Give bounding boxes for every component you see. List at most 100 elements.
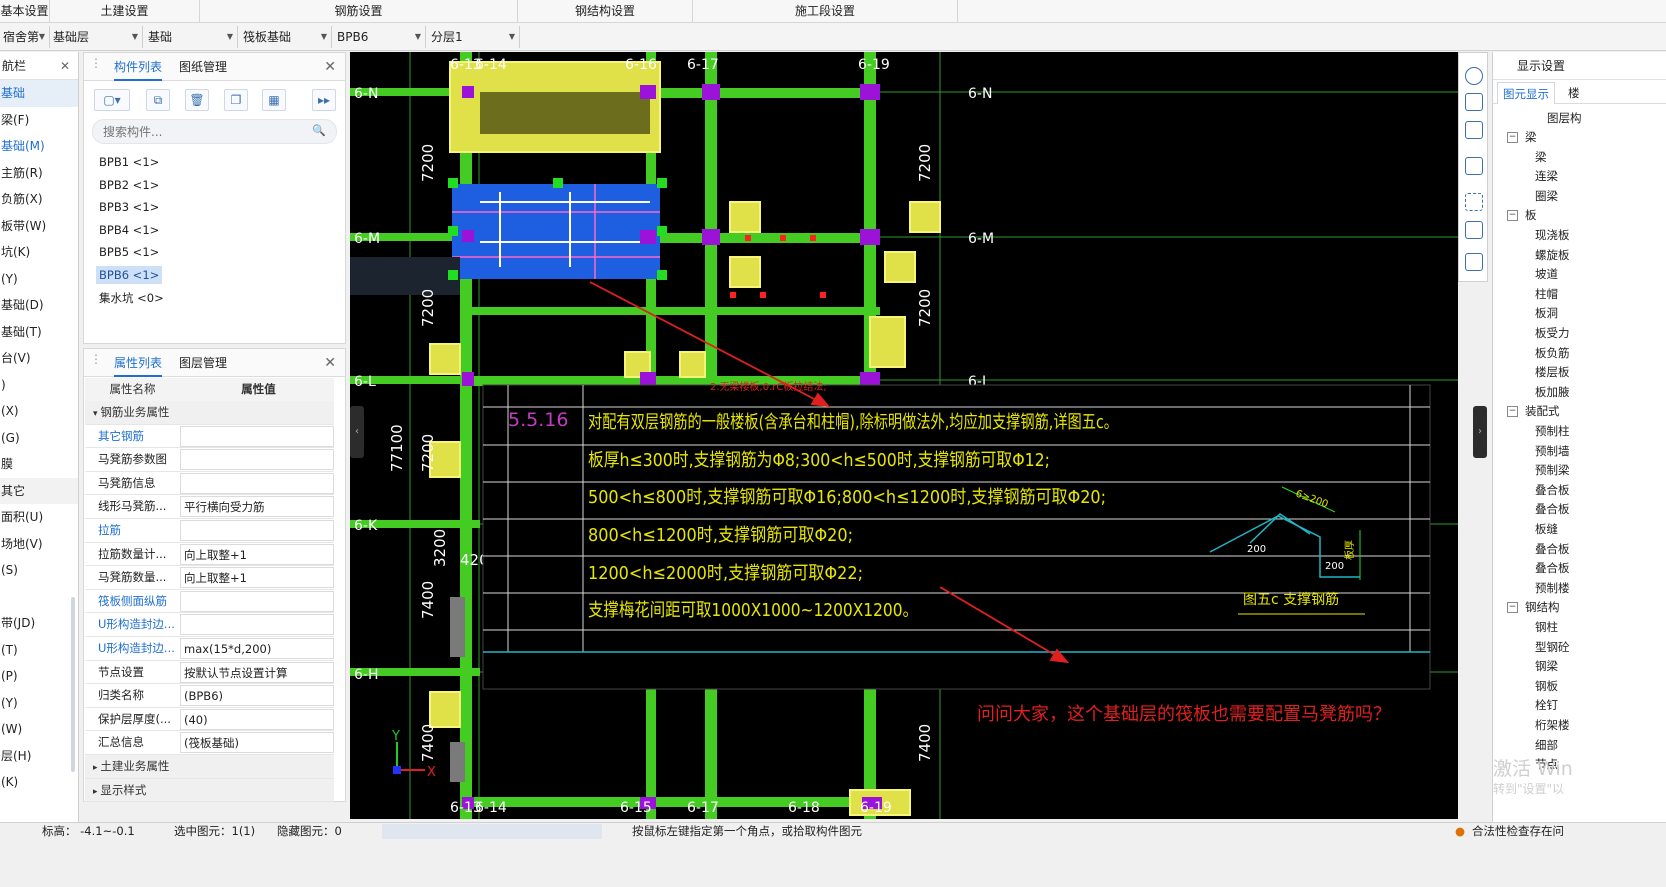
nav-item[interactable]: 场地(V) bbox=[0, 531, 78, 558]
property-value[interactable]: (筏板基础) bbox=[180, 732, 334, 754]
property-row[interactable]: 线形马凳筋... 平行横向受力筋 bbox=[85, 495, 334, 519]
tree-item[interactable]: 钢板 bbox=[1535, 676, 1558, 696]
grip-point[interactable] bbox=[657, 178, 667, 188]
nav-item[interactable]: 面积(U) bbox=[0, 504, 78, 531]
category-select[interactable]: 基础 ▼ bbox=[145, 26, 238, 48]
property-row[interactable]: 归类名称 (BPB6) bbox=[85, 684, 334, 708]
nav-item[interactable]: 基础 bbox=[0, 80, 78, 107]
tree-group[interactable]: − 钢结构 bbox=[1507, 597, 1560, 617]
tree-item[interactable]: 叠合板 bbox=[1535, 480, 1570, 500]
property-row[interactable]: 其它钢筋 bbox=[85, 425, 334, 449]
tree-item[interactable]: 圈梁 bbox=[1535, 186, 1558, 206]
cad-drawing[interactable]: 6-13 6-14 6-16 6-17 6-19 6-13 6-14 6-15 … bbox=[350, 52, 1458, 819]
menu-stage-settings[interactable]: 施工段设置 bbox=[693, 0, 958, 23]
3d-view-icon[interactable] bbox=[1465, 93, 1483, 111]
tree-item[interactable]: 预制墙 bbox=[1535, 441, 1570, 461]
tree-item[interactable]: 板加腋 bbox=[1535, 382, 1570, 402]
tree-item[interactable]: 坡道 bbox=[1535, 264, 1558, 284]
tree-item[interactable]: 柱帽 bbox=[1535, 284, 1558, 304]
drawing-canvas[interactable]: 6-13 6-14 6-16 6-17 6-19 6-13 6-14 6-15 … bbox=[350, 52, 1458, 819]
property-value[interactable] bbox=[180, 590, 334, 612]
tree-item[interactable]: 板缝 bbox=[1535, 519, 1558, 539]
list-view-icon[interactable] bbox=[1465, 253, 1483, 271]
fullscreen-icon[interactable] bbox=[1465, 193, 1483, 211]
floor-select[interactable]: 基础层 ▼ bbox=[50, 26, 143, 48]
select-3d-icon[interactable] bbox=[1465, 221, 1483, 239]
property-value[interactable] bbox=[180, 472, 334, 494]
property-row[interactable]: 马凳筋信息 bbox=[85, 472, 334, 496]
tree-item[interactable]: 预制楼 bbox=[1535, 578, 1570, 598]
navigation-scrollbar[interactable] bbox=[71, 597, 75, 772]
tree-item[interactable]: 板负筋 bbox=[1535, 343, 1570, 363]
grip-point[interactable] bbox=[448, 270, 458, 280]
drag-handle-icon[interactable]: ⋮ bbox=[90, 353, 102, 365]
tree-item[interactable]: 钢柱 bbox=[1535, 617, 1558, 637]
type-select[interactable]: 筏板基础 ▼ bbox=[240, 26, 332, 48]
nav-item[interactable]: (K) bbox=[0, 769, 78, 796]
grip-point[interactable] bbox=[448, 178, 458, 188]
tab-floor-display[interactable]: 楼 bbox=[1563, 82, 1585, 104]
tree-item[interactable]: 连梁 bbox=[1535, 166, 1558, 186]
status-check[interactable]: 合法性检查存在问 bbox=[1472, 824, 1564, 839]
nav-item[interactable]: 梁(F) bbox=[0, 107, 78, 134]
nav-item[interactable]: (X) bbox=[0, 398, 78, 425]
delete-button[interactable]: 🗑 bbox=[185, 89, 209, 111]
tree-item[interactable]: 现浇板 bbox=[1535, 225, 1570, 245]
duplicate-button[interactable]: ❐ bbox=[224, 89, 248, 111]
copy-button[interactable]: ⧉ bbox=[146, 89, 170, 111]
tree-item[interactable]: 预制柱 bbox=[1535, 421, 1570, 441]
property-row[interactable]: 保护层厚度(... (40) bbox=[85, 708, 334, 732]
property-row[interactable]: 马凳筋数量... 向上取整+1 bbox=[85, 566, 334, 590]
tree-group[interactable]: − 板 bbox=[1507, 205, 1537, 225]
rotate-view-icon[interactable] bbox=[1465, 67, 1483, 85]
more-tools-button[interactable]: ▸▸ bbox=[312, 89, 336, 111]
tree-item[interactable]: 叠合板 bbox=[1535, 499, 1570, 519]
nav-item[interactable]: (W) bbox=[0, 716, 78, 743]
nav-item[interactable]: 基础(D) bbox=[0, 292, 78, 319]
nav-item[interactable]: 坑(K) bbox=[0, 239, 78, 266]
tree-item[interactable]: 叠合板 bbox=[1535, 558, 1570, 578]
property-row[interactable]: 拉筋 bbox=[85, 519, 334, 543]
property-value[interactable] bbox=[180, 614, 334, 636]
tab-property-list[interactable]: 属性列表 bbox=[114, 349, 163, 377]
nav-item[interactable]: (Y) bbox=[0, 690, 78, 717]
property-value[interactable]: (BPB6) bbox=[180, 685, 334, 707]
property-value[interactable]: (40) bbox=[180, 708, 334, 730]
tree-item[interactable]: 板洞 bbox=[1535, 303, 1558, 323]
close-icon[interactable]: ✕ bbox=[324, 53, 336, 81]
tree-item[interactable]: 型钢砼 bbox=[1535, 637, 1570, 657]
menu-steel-settings[interactable]: 钢结构设置 bbox=[518, 0, 693, 23]
grip-point[interactable] bbox=[657, 226, 667, 236]
property-row[interactable]: 筏板侧面纵筋 bbox=[85, 590, 334, 614]
tree-item[interactable]: 栓钉 bbox=[1535, 695, 1558, 715]
slab-selected[interactable] bbox=[452, 184, 660, 279]
tab-element-display[interactable]: 图元显示 bbox=[1497, 82, 1555, 104]
project-select[interactable]: 宿舍第三▼ bbox=[0, 26, 50, 66]
nav-item[interactable]: 膜 bbox=[0, 451, 78, 478]
property-value[interactable]: max(15*d,200) bbox=[180, 638, 334, 659]
collapse-left-tab[interactable]: ‹ bbox=[350, 406, 364, 458]
search-icon[interactable]: 🔍 bbox=[312, 124, 326, 137]
tree-group[interactable]: − 装配式 bbox=[1507, 401, 1560, 421]
property-value[interactable]: 向上取整+1 bbox=[180, 543, 334, 565]
property-row[interactable]: U形构造封边... bbox=[85, 613, 334, 637]
collapse-icon[interactable]: − bbox=[1507, 132, 1518, 143]
property-value[interactable]: 平行横向受力筋 bbox=[180, 496, 334, 518]
box-view-icon[interactable] bbox=[1465, 121, 1483, 139]
property-row[interactable]: U形构造封边... max(15*d,200) bbox=[85, 637, 334, 661]
property-value[interactable] bbox=[180, 520, 334, 541]
tree-item[interactable]: 桁架楼 bbox=[1535, 715, 1570, 735]
nav-item[interactable]: 层(H) bbox=[0, 743, 78, 770]
property-row[interactable]: 节点设置 按默认节点设置计算 bbox=[85, 661, 334, 685]
component-item[interactable]: BPB3 <1> bbox=[96, 198, 162, 216]
collapse-icon[interactable]: − bbox=[1507, 602, 1518, 614]
property-group-row[interactable]: ▸ 显示样式 bbox=[85, 778, 334, 803]
cube-view-icon[interactable] bbox=[1465, 157, 1483, 175]
property-group-row[interactable]: ▾ 钢筋业务属性 bbox=[85, 401, 334, 425]
menu-civil-settings[interactable]: 土建设置 bbox=[50, 0, 200, 23]
snap-tools[interactable] bbox=[382, 824, 602, 839]
nav-item[interactable]: ) bbox=[0, 372, 78, 399]
nav-item[interactable]: (P) bbox=[0, 663, 78, 690]
search-input[interactable] bbox=[93, 120, 303, 143]
drag-handle-icon[interactable]: ⋮ bbox=[90, 57, 102, 69]
